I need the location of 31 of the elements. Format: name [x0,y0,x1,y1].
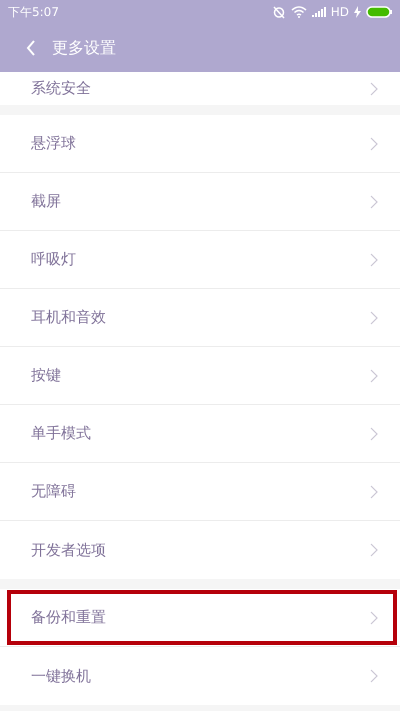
page-title: 更多设置 [52,38,116,58]
settings-item[interactable]: 按键 [0,347,400,405]
settings-item[interactable]: 呼吸灯 [0,231,400,289]
settings-item[interactable]: 系统安全 [0,72,400,105]
chevron-icon [370,543,378,557]
chevron-icon [370,484,378,498]
chevron-icon [370,610,378,624]
battery-icon [366,6,392,18]
network-type: HD [330,5,349,19]
settings-item[interactable]: 悬浮球 [0,115,400,173]
wifi-icon [290,6,307,18]
chevron-icon [370,194,378,208]
status-time: 下午5:07 [8,4,59,20]
settings-item[interactable]: 无障碍 [0,463,400,521]
chevron-icon [370,669,378,683]
signal-icon [312,7,326,17]
settings-item[interactable]: 截屏 [0,173,400,231]
chevron-icon [370,426,378,440]
settings-item[interactable]: 备份和重置 [0,589,400,647]
alarm-off-icon [272,5,286,19]
settings-item[interactable]: 开发者选项 [0,521,400,579]
settings-item[interactable]: 单手模式 [0,405,400,463]
chevron-icon [370,136,378,150]
settings-item[interactable]: 一键换机 [0,647,400,705]
chevron-icon [370,82,378,96]
chevron-icon [370,310,378,324]
back-icon[interactable] [26,40,36,56]
chevron-icon [370,252,378,266]
settings-item[interactable]: 耳机和音效 [0,289,400,347]
chevron-icon [370,368,378,382]
charging-icon [354,6,361,18]
